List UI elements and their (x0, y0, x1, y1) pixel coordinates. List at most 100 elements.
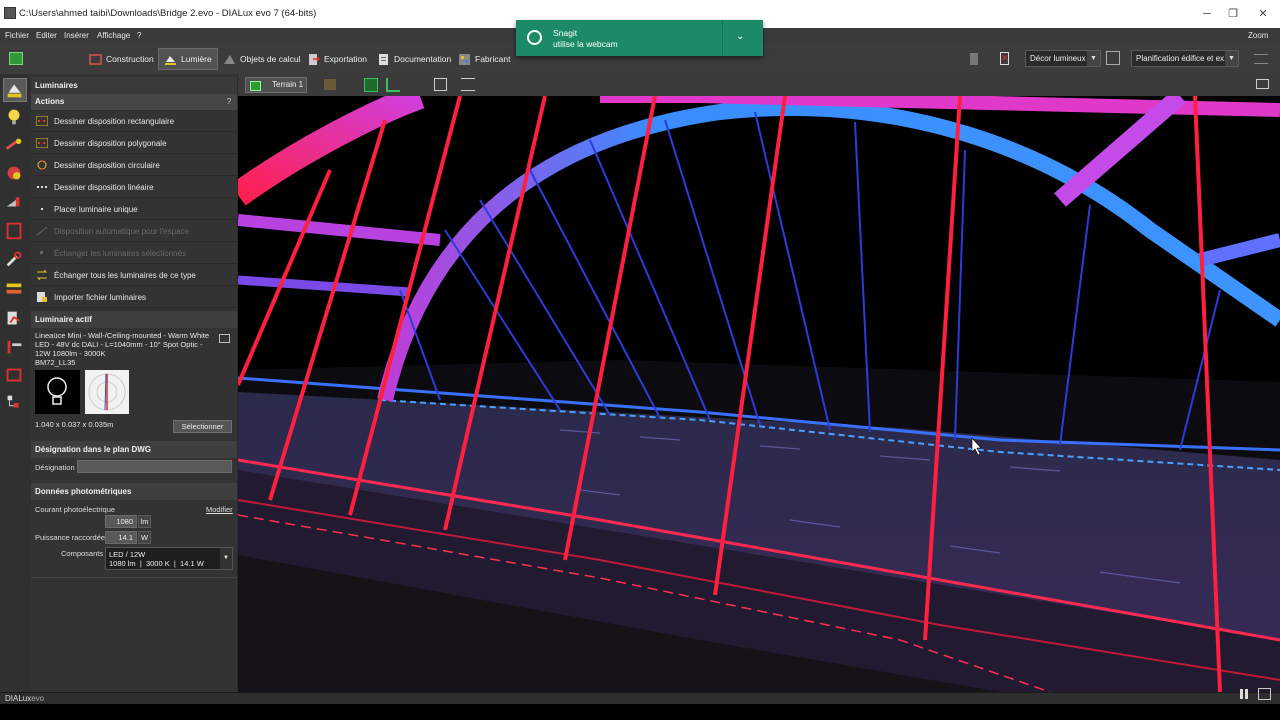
pause-icon[interactable] (1238, 688, 1250, 700)
action-label: Échanger tous les luminaires de ce type (54, 271, 196, 280)
tool-lamp[interactable] (3, 106, 27, 130)
zoom-label[interactable]: Zoom (1248, 31, 1268, 40)
flux-unit: lm (138, 515, 151, 528)
menu-fichier[interactable]: Fichier (5, 31, 29, 40)
tool-section[interactable] (3, 336, 27, 360)
delete-icon[interactable]: ✕ (1000, 52, 1009, 65)
tool-layers[interactable] (3, 278, 27, 302)
calculation-object-icon (224, 54, 235, 64)
help-icon[interactable]: ? (224, 97, 234, 107)
components-label: Composants (61, 549, 104, 558)
action-polygon-layout[interactable]: Dessiner disposition polygonale (31, 133, 237, 154)
chevron-down-icon: ▼ (1087, 51, 1100, 66)
monitor-icon[interactable] (1106, 51, 1120, 65)
floor-plan-icon[interactable] (324, 79, 336, 90)
luminaire-info-icon[interactable] (219, 334, 230, 343)
tab-construction[interactable]: Construction (84, 48, 159, 70)
action-swap-all[interactable]: Échanger tous les luminaires de ce type (31, 265, 237, 286)
fullscreen-icon[interactable] (1256, 79, 1269, 89)
tab-documentation-label: Documentation (394, 54, 452, 64)
tool-frame[interactable] (3, 364, 27, 388)
decor-select-value: Décor lumineux 1 (1030, 54, 1093, 63)
wrench-icon (6, 251, 22, 267)
maximize-button[interactable]: ❐ (1218, 4, 1248, 24)
picture-in-picture-icon[interactable] (1258, 688, 1271, 700)
action-label: Disposition automatique pour l'espace (54, 227, 189, 236)
brand-name: DIALux (5, 694, 32, 703)
plan-select[interactable]: Planification édifice et ex... ▼ (1131, 50, 1239, 67)
tool-hierarchy[interactable] (3, 392, 27, 416)
action-rect-layout[interactable]: Dessiner disposition rectangulaire (31, 111, 237, 132)
description-line: 12W 1080lm - 3000K (35, 349, 106, 358)
decor-select[interactable]: Décor lumineux 1 ▼ (1025, 50, 1101, 67)
tool-control-group[interactable] (3, 190, 27, 214)
select-luminaire-button[interactable]: Sélectionner (173, 420, 232, 433)
tool-chart[interactable] (3, 308, 27, 332)
collapse-ribbon-icon[interactable] (1254, 54, 1268, 64)
view-green-icon[interactable] (364, 78, 378, 92)
view-corner-icon[interactable] (386, 78, 400, 92)
tab-documentation[interactable]: Documentation (372, 48, 456, 70)
tool-color[interactable] (3, 162, 27, 186)
tab-terrain[interactable]: Terrain 1 (245, 77, 307, 93)
tab-construction-label: Construction (106, 54, 154, 64)
tool-area[interactable] (3, 220, 27, 244)
chevron-down-icon[interactable]: ⌄ (736, 31, 744, 42)
swap-all-icon (36, 270, 48, 280)
video-bottom-band (0, 704, 1280, 720)
action-import-file[interactable]: Importer fichier luminaires (31, 287, 237, 308)
tab-fabricant[interactable]: Fabricant (453, 48, 515, 70)
description-line: LED - 48V dc DALI - L=1040mm - 10° Spot … (35, 340, 203, 349)
3d-viewport[interactable] (238, 96, 1280, 692)
action-swap-selected: Échanger les luminaires sélectionnés (31, 243, 237, 264)
tool-luminaires[interactable] (3, 78, 27, 102)
tab-objets-de-calcul[interactable]: Objets de calcul (218, 48, 305, 70)
actions-header: Actions (31, 94, 237, 110)
fit-view-icon[interactable] (434, 78, 447, 91)
chevron-down-icon: ▼ (1225, 51, 1238, 66)
dialux-logo: DIALuxevo (5, 694, 44, 703)
luminaire-photo (35, 370, 80, 414)
polar-diagram-icon (88, 373, 126, 411)
close-button[interactable]: ✕ (1248, 4, 1278, 24)
swap-selected-icon (40, 251, 43, 254)
tab-exportation[interactable]: Exportation (302, 48, 372, 70)
components-select[interactable]: LED / 12W 1080 lm | 3000 K | 14.1 W ▼ (105, 547, 233, 570)
menu-inserer[interactable]: Insérer (64, 31, 89, 40)
menu-affichage[interactable]: Affichage (97, 31, 130, 40)
dwg-header: Désignation dans le plan DWG (31, 441, 237, 458)
luminaire-settings-icon[interactable] (970, 53, 978, 65)
action-label: Dessiner disposition polygonale (54, 139, 167, 148)
manufacturer-icon (459, 53, 470, 65)
action-circular-layout[interactable]: Dessiner disposition circulaire (31, 155, 237, 176)
tab-lumiere[interactable]: Lumière (158, 48, 218, 70)
control-group-icon (6, 197, 20, 207)
tool-aim[interactable] (3, 134, 27, 158)
terrain-icon (250, 81, 261, 91)
luminaires-panel: Luminaires Actions ? Dessiner dispositio… (31, 74, 237, 692)
plan-select-value: Planification édifice et ex... (1136, 54, 1231, 63)
flux-label: Courant photoélectrique (35, 505, 116, 514)
section-icon (7, 340, 22, 354)
menu-help[interactable]: ? (137, 31, 141, 40)
snagit-notification[interactable]: Snagit utilise la webcam ⌄ (516, 20, 763, 56)
power-unit: W (138, 531, 151, 544)
action-label: Dessiner disposition linéaire (54, 183, 154, 192)
action-linear-layout[interactable]: Dessiner disposition linéaire (31, 177, 237, 198)
snagit-message: utilise la webcam (553, 39, 618, 49)
modify-link[interactable]: Modifier (206, 505, 233, 514)
tab-terrain-label: Terrain 1 (272, 80, 304, 89)
light-distribution-diagram (85, 370, 129, 414)
dwg-label: Désignation (35, 463, 75, 472)
menu-editer[interactable]: Editer (36, 31, 57, 40)
panel-title: Luminaires (31, 77, 237, 94)
lightbulb-icon (47, 377, 67, 405)
measure-icon[interactable] (461, 78, 475, 91)
active-luminaire-header: Luminaire actif (31, 311, 237, 328)
tool-wrench[interactable] (3, 248, 27, 272)
description-line: Lineaüce Mini - Wall-/Ceiling-mounted - … (35, 331, 210, 340)
save-icon[interactable] (9, 52, 23, 65)
action-single-luminaire[interactable]: Placer luminaire unique (31, 199, 237, 220)
auto-layout-icon (36, 226, 48, 236)
dwg-designation-input[interactable] (77, 460, 232, 473)
